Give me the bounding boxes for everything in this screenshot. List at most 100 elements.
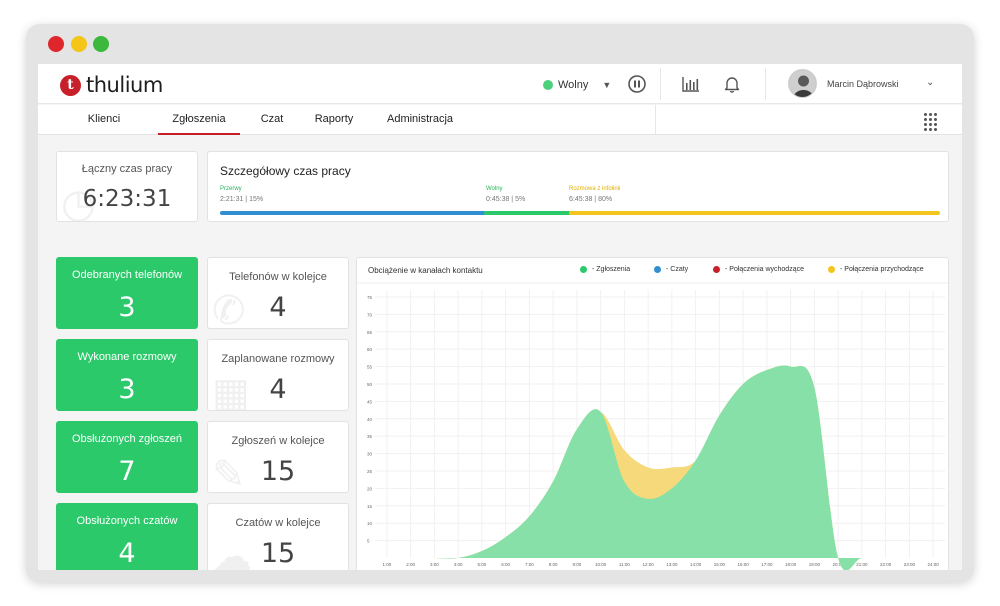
x-tick-label: 16:00 bbox=[737, 562, 749, 567]
x-tick-label: 18:00 bbox=[785, 562, 797, 567]
card-title: Zgłoszeń w kolejce bbox=[231, 435, 325, 447]
thulium-logo[interactable]: t thulium bbox=[60, 73, 163, 97]
y-tick-label: 15 bbox=[367, 504, 373, 509]
progress-segment-breaks bbox=[220, 211, 486, 215]
y-tick-label: 75 bbox=[367, 295, 373, 300]
nav-divider bbox=[655, 105, 656, 135]
avatar[interactable] bbox=[788, 69, 817, 98]
handled-tickets-card: Obsłużonych zgłoszeń 7 bbox=[56, 421, 198, 493]
header-separator bbox=[660, 68, 661, 100]
y-tick-label: 20 bbox=[367, 486, 373, 491]
logo-text: thulium bbox=[86, 73, 163, 97]
y-tick-label: 30 bbox=[367, 452, 373, 457]
x-tick-label: 9:00 bbox=[572, 562, 581, 567]
tickets-in-queue-card: ✎ Zgłoszeń w kolejce 15 bbox=[207, 421, 349, 493]
calls-in-queue-card: ✆ Telefonów w kolejce 4 bbox=[207, 257, 349, 329]
x-tick-label: 15:00 bbox=[714, 562, 726, 567]
maximize-window-button[interactable] bbox=[93, 36, 109, 52]
card-value: 7 bbox=[118, 456, 136, 487]
y-tick-label: 70 bbox=[367, 312, 373, 317]
x-tick-label: 14:00 bbox=[690, 562, 702, 567]
bell-icon[interactable] bbox=[722, 74, 742, 94]
card-value: 15 bbox=[260, 538, 296, 569]
progress-segment-calls bbox=[569, 211, 940, 215]
x-tick-label: 13:00 bbox=[666, 562, 678, 567]
card-title: Obsłużonych czatów bbox=[76, 515, 178, 527]
outgoing-calls-card: Wykonane rozmowy 3 bbox=[56, 339, 198, 411]
card-title: Obsłużonych zgłoszeń bbox=[71, 433, 183, 445]
card-title: Czatów w kolejce bbox=[235, 517, 321, 529]
card-value: 4 bbox=[269, 292, 287, 323]
total-work-time-card: ◷ Łączny czas pracy 6:23:31 bbox=[56, 151, 198, 222]
top-header: t thulium Wolny ▼ Marcin Dąbrowski ⌄ bbox=[38, 64, 962, 104]
card-value: 4 bbox=[118, 538, 136, 569]
card-value: 3 bbox=[118, 292, 136, 323]
chevron-down-icon: ▼ bbox=[602, 80, 612, 90]
app-window: t thulium Wolny ▼ Marcin Dąbrowski ⌄ Kli… bbox=[26, 24, 974, 582]
tab-zgloszenia[interactable]: Zgłoszenia bbox=[158, 105, 240, 135]
x-tick-label: 8:00 bbox=[549, 562, 558, 567]
card-title: Wykonane rozmowy bbox=[77, 351, 177, 363]
y-tick-label: 55 bbox=[367, 365, 373, 370]
y-tick-label: 60 bbox=[367, 347, 373, 352]
logo-mark: t bbox=[60, 74, 81, 96]
y-tick-label: 25 bbox=[367, 469, 373, 474]
card-title: Odebranych telefonów bbox=[71, 269, 183, 281]
status-selector[interactable]: Wolny ▼ bbox=[543, 79, 611, 91]
detail-title: Szczegółowy czas pracy bbox=[220, 164, 351, 178]
status-dot bbox=[543, 80, 553, 90]
x-tick-label: 10:00 bbox=[595, 562, 607, 567]
y-tick-label: 45 bbox=[367, 399, 373, 404]
x-tick-label: 1:00 bbox=[382, 562, 391, 567]
scheduled-calls-card: ▦ Zaplanowane rozmowy 4 bbox=[207, 339, 349, 411]
x-tick-label: 4:00 bbox=[454, 562, 463, 567]
x-tick-label: 22:00 bbox=[880, 562, 892, 567]
pause-icon[interactable] bbox=[627, 74, 647, 94]
card-title: Łączny czas pracy bbox=[81, 163, 173, 175]
minimize-window-button[interactable] bbox=[71, 36, 87, 52]
x-tick-label: 19:00 bbox=[809, 562, 821, 567]
x-tick-label: 21:00 bbox=[856, 562, 868, 567]
y-tick-label: 35 bbox=[367, 434, 373, 439]
bar-chart-icon[interactable] bbox=[681, 74, 701, 94]
x-tick-label: 12:00 bbox=[642, 562, 654, 567]
tab-raporty[interactable]: Raporty bbox=[308, 105, 360, 135]
chevron-down-icon[interactable]: ⌄ bbox=[926, 77, 934, 88]
close-window-button[interactable] bbox=[48, 36, 64, 52]
segment-value: 2:21:31 | 15% bbox=[220, 196, 264, 203]
card-value: 15 bbox=[260, 456, 296, 487]
y-tick-label: 50 bbox=[367, 382, 373, 387]
x-tick-label: 7:00 bbox=[525, 562, 534, 567]
card-title: Telefonów w kolejce bbox=[229, 271, 327, 283]
header-separator bbox=[765, 68, 766, 100]
series-area-tickets bbox=[386, 365, 934, 570]
status-label: Wolny bbox=[558, 79, 589, 91]
channel-load-chart: Obciążenie w kanałach kontaktu - Zgłosze… bbox=[356, 257, 949, 570]
segment-label: Rozmowa z infolinii bbox=[569, 186, 621, 192]
tab-klienci[interactable]: Klienci bbox=[76, 105, 132, 135]
y-tick-label: 10 bbox=[367, 521, 373, 526]
card-value: 6:23:31 bbox=[82, 186, 172, 212]
card-title: Zaplanowane rozmowy bbox=[221, 353, 335, 365]
y-tick-label: 40 bbox=[367, 417, 373, 422]
x-tick-label: 3:00 bbox=[430, 562, 439, 567]
app-screen: t thulium Wolny ▼ Marcin Dąbrowski ⌄ Kli… bbox=[38, 64, 962, 570]
apps-grid-icon[interactable] bbox=[924, 113, 937, 131]
tab-administracja[interactable]: Administracja bbox=[378, 105, 462, 135]
x-tick-label: 6:00 bbox=[501, 562, 510, 567]
segment-label: Wolny bbox=[486, 186, 503, 192]
detailed-work-time-card: Szczegółowy czas pracy Przerwy 2:21:31 |… bbox=[207, 151, 949, 222]
card-value: 4 bbox=[269, 374, 287, 405]
x-tick-label: 2:00 bbox=[406, 562, 415, 567]
x-tick-label: 23:00 bbox=[904, 562, 916, 567]
segment-value: 6:45:38 | 80% bbox=[569, 196, 613, 203]
x-tick-label: 11:00 bbox=[619, 562, 630, 567]
handled-chats-card: Obsłużonych czatów 4 bbox=[56, 503, 198, 570]
y-tick-label: 5 bbox=[367, 539, 370, 544]
user-name[interactable]: Marcin Dąbrowski bbox=[827, 79, 899, 89]
segment-label: Przerwy bbox=[220, 186, 242, 192]
x-tick-label: 17:00 bbox=[761, 562, 773, 567]
answered-calls-card: Odebranych telefonów 3 bbox=[56, 257, 198, 329]
segment-value: 0:45:38 | 5% bbox=[486, 196, 526, 203]
tab-czat[interactable]: Czat bbox=[252, 105, 292, 135]
